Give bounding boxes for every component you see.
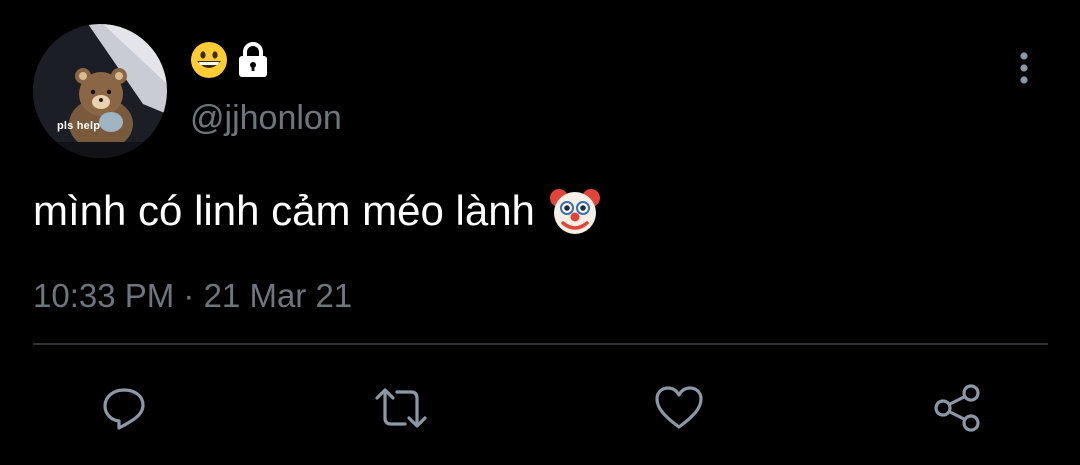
tweet-text-body: mình có linh cảm méo lành bbox=[33, 187, 535, 234]
grinning-face-emoji-icon bbox=[191, 42, 227, 78]
share-button[interactable] bbox=[929, 380, 985, 436]
divider bbox=[33, 343, 1048, 345]
tweet-timestamp[interactable]: 10:33 PM · 21 Mar 21 bbox=[33, 276, 352, 316]
like-button[interactable] bbox=[651, 380, 707, 436]
reply-button[interactable] bbox=[96, 380, 152, 436]
user-handle[interactable]: @jjhonlon bbox=[190, 98, 342, 138]
tweet-text: mình có linh cảm méo lành bbox=[33, 185, 601, 237]
avatar-photo bbox=[33, 24, 167, 158]
lock-icon bbox=[239, 42, 267, 77]
reply-icon bbox=[103, 388, 145, 430]
retweet-icon bbox=[375, 388, 427, 428]
avatar[interactable]: pls help bbox=[33, 24, 167, 158]
retweet-button[interactable] bbox=[373, 380, 429, 436]
avatar-caption: pls help bbox=[57, 120, 101, 132]
share-icon bbox=[934, 384, 980, 432]
more-options-icon[interactable] bbox=[1010, 48, 1038, 88]
heart-icon bbox=[655, 386, 703, 429]
display-name[interactable] bbox=[190, 38, 272, 82]
tweet-detail: pls help @jjhonlon mình có linh cảm méo … bbox=[0, 0, 1080, 465]
clown-face-emoji-icon bbox=[549, 189, 600, 234]
